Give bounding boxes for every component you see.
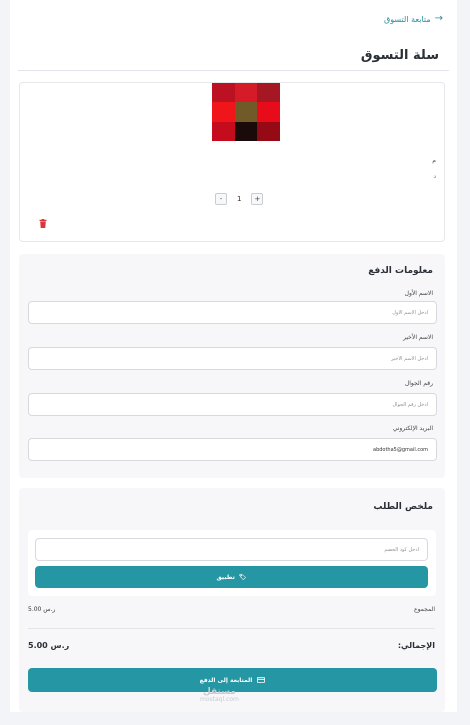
email-label: البريد الإلكتروني xyxy=(392,425,433,432)
increase-quantity-button[interactable]: + xyxy=(251,193,264,205)
continue-shopping-label: متابعة التسوق xyxy=(384,14,431,24)
credit-card-icon xyxy=(257,677,266,683)
thumbnail-tile xyxy=(257,83,280,103)
arrow-right-icon: → xyxy=(434,13,443,24)
checkout-page: → متابعة التسوق سلة التسوق م د - 1 + معل… xyxy=(10,0,457,712)
tag-icon: 🏷 xyxy=(238,573,247,581)
divider xyxy=(28,628,435,629)
last-name-field[interactable] xyxy=(28,347,437,370)
thumbnail-tile xyxy=(257,121,280,141)
quantity-value: 1 xyxy=(237,195,242,203)
thumbnail-tile xyxy=(212,83,235,103)
thumbnail-tile xyxy=(234,121,258,141)
thumbnail-tile xyxy=(234,102,258,122)
apply-coupon-label: تطبيق xyxy=(216,573,235,581)
trash-icon[interactable] xyxy=(39,219,47,228)
phone-label: رقم الجوال xyxy=(404,380,433,387)
decrease-quantity-button[interactable]: - xyxy=(215,193,227,205)
proceed-to-payment-label: المتابعة إلى الدفع xyxy=(199,676,253,684)
email-field[interactable] xyxy=(28,438,437,461)
total-row: الإجمالي: 5.00 ر.س xyxy=(28,641,435,650)
thumbnail-tile xyxy=(234,83,258,103)
product-name: م xyxy=(432,157,436,164)
payment-section-title: معلومات الدفع xyxy=(368,266,433,276)
coupon-input[interactable] xyxy=(35,538,428,561)
subtotal-value: 5.00 ر.س xyxy=(28,606,56,613)
watermark-latin: mostaql.com xyxy=(200,696,239,703)
cart-item-card: م د - 1 + xyxy=(19,82,445,242)
continue-shopping-link[interactable]: → متابعة التسوق xyxy=(384,14,443,24)
summary-section-title: ملخص الطلب xyxy=(373,502,433,512)
subtotal-label: المجموع xyxy=(414,606,435,613)
thumbnail-tile xyxy=(212,121,235,141)
page-title: سلة التسوق xyxy=(360,48,439,63)
last-name-label: الاسم الأخير xyxy=(403,334,433,341)
first-name-field[interactable] xyxy=(28,301,437,324)
payment-info-section: معلومات الدفع الاسم الأول الاسم الأخير ر… xyxy=(19,254,445,478)
watermark-logo: مستقل mostaql.com xyxy=(200,688,239,703)
subtotal-row: المجموع 5.00 ر.س xyxy=(28,606,435,613)
apply-coupon-button[interactable]: 🏷 تطبيق xyxy=(35,566,428,588)
phone-field[interactable] xyxy=(28,393,437,416)
quantity-stepper: - 1 + xyxy=(215,193,264,205)
thumbnail-tile xyxy=(212,102,235,122)
product-price: د xyxy=(433,173,436,180)
product-image xyxy=(212,83,280,141)
total-label: الإجمالي: xyxy=(397,641,435,650)
divider xyxy=(18,70,449,71)
total-value: 5.00 ر.س xyxy=(28,641,70,650)
order-summary-section: ملخص الطلب 🏷 تطبيق المجموع 5.00 ر.س الإج… xyxy=(19,488,445,712)
thumbnail-tile xyxy=(257,102,280,122)
coupon-box: 🏷 تطبيق xyxy=(28,530,436,596)
first-name-label: الاسم الأول xyxy=(404,290,433,297)
